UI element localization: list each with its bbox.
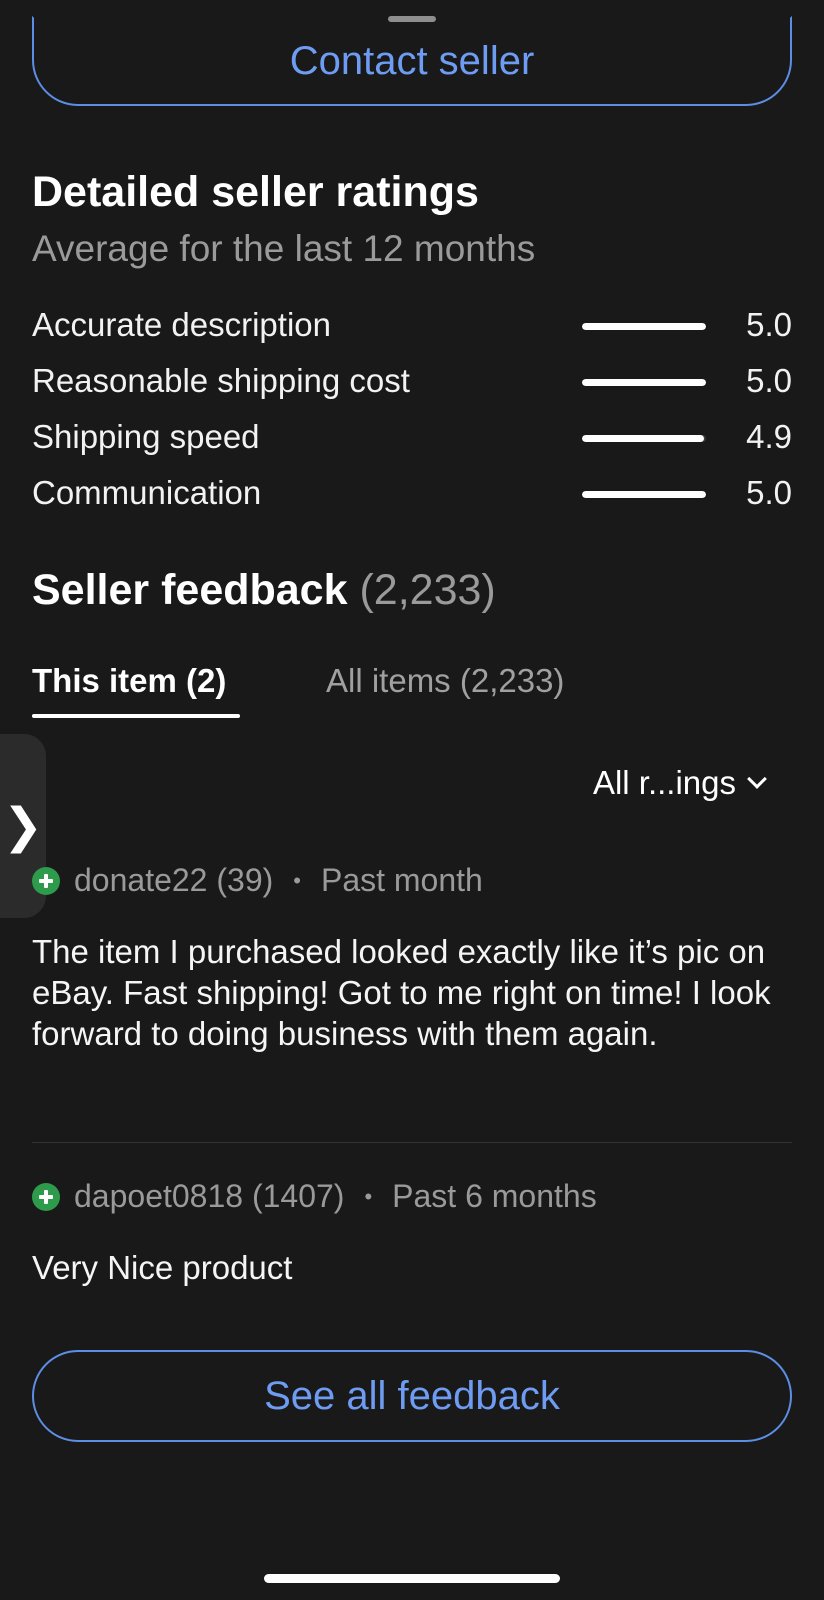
seller-info-sheet: Contact seller Detailed seller ratings A… — [0, 0, 824, 1600]
rating-row-shipping-speed: Shipping speed 4.9 — [32, 412, 792, 460]
rating-label: Communication — [32, 474, 262, 511]
separator-dot: • — [293, 867, 301, 893]
separator-dot: • — [364, 1183, 373, 1209]
review-user[interactable]: dapoet0818 (1407) — [74, 1178, 344, 1215]
tab-all-items[interactable]: All items (2,233) — [326, 662, 564, 722]
seller-feedback-heading: Seller feedback (2,233) — [32, 566, 496, 615]
review-text: Very Nice product — [32, 1249, 293, 1286]
tab-this-item[interactable]: This item (2) — [32, 662, 226, 722]
rating-bar — [582, 435, 706, 442]
see-all-feedback-button[interactable]: See all feedback — [32, 1350, 792, 1442]
rating-label: Shipping speed — [32, 418, 260, 455]
review-time: Past 6 months — [392, 1178, 597, 1214]
rating-value: 5.0 — [746, 362, 792, 399]
rating-label: Reasonable shipping cost — [32, 362, 410, 399]
rating-label: Accurate description — [32, 306, 331, 343]
rating-bar — [582, 323, 706, 330]
chevron-down-icon — [747, 769, 767, 789]
home-indicator — [264, 1574, 560, 1583]
active-tab-indicator — [32, 714, 240, 718]
review-header: dapoet0818 (1407) • Past 6 months — [32, 1178, 597, 1215]
plus-circle-icon — [32, 1182, 60, 1211]
rating-row-communication: Communication 5.0 — [32, 468, 792, 516]
seller-feedback-title: Seller feedback — [32, 566, 348, 614]
rating-bar — [582, 379, 706, 386]
rating-row-accurate-description: Accurate description 5.0 — [32, 300, 792, 348]
rating-row-shipping-cost: Reasonable shipping cost 5.0 — [32, 356, 792, 404]
seller-feedback-count: (2,233) — [359, 566, 496, 614]
plus-circle-icon — [32, 866, 60, 895]
review-header: donate22 (39) • Past month — [32, 862, 483, 899]
rating-value: 4.9 — [746, 418, 792, 455]
review-time: Past month — [320, 862, 483, 898]
rating-value: 5.0 — [746, 474, 792, 511]
contact-seller-button[interactable]: Contact seller — [32, 16, 792, 106]
review-divider — [32, 1142, 792, 1143]
ratings-filter-dropdown[interactable]: All r...ings — [592, 764, 767, 802]
review-user[interactable]: donate22 (39) — [74, 862, 273, 899]
ratings-title: Detailed seller ratings — [32, 168, 479, 216]
rating-value: 5.0 — [746, 306, 792, 343]
rating-bar — [582, 491, 706, 498]
filter-label: All r...ings — [592, 764, 736, 801]
review-text: The item I purchased looked exactly like… — [32, 933, 771, 1052]
ratings-subtitle: Average for the last 12 months — [32, 228, 536, 269]
